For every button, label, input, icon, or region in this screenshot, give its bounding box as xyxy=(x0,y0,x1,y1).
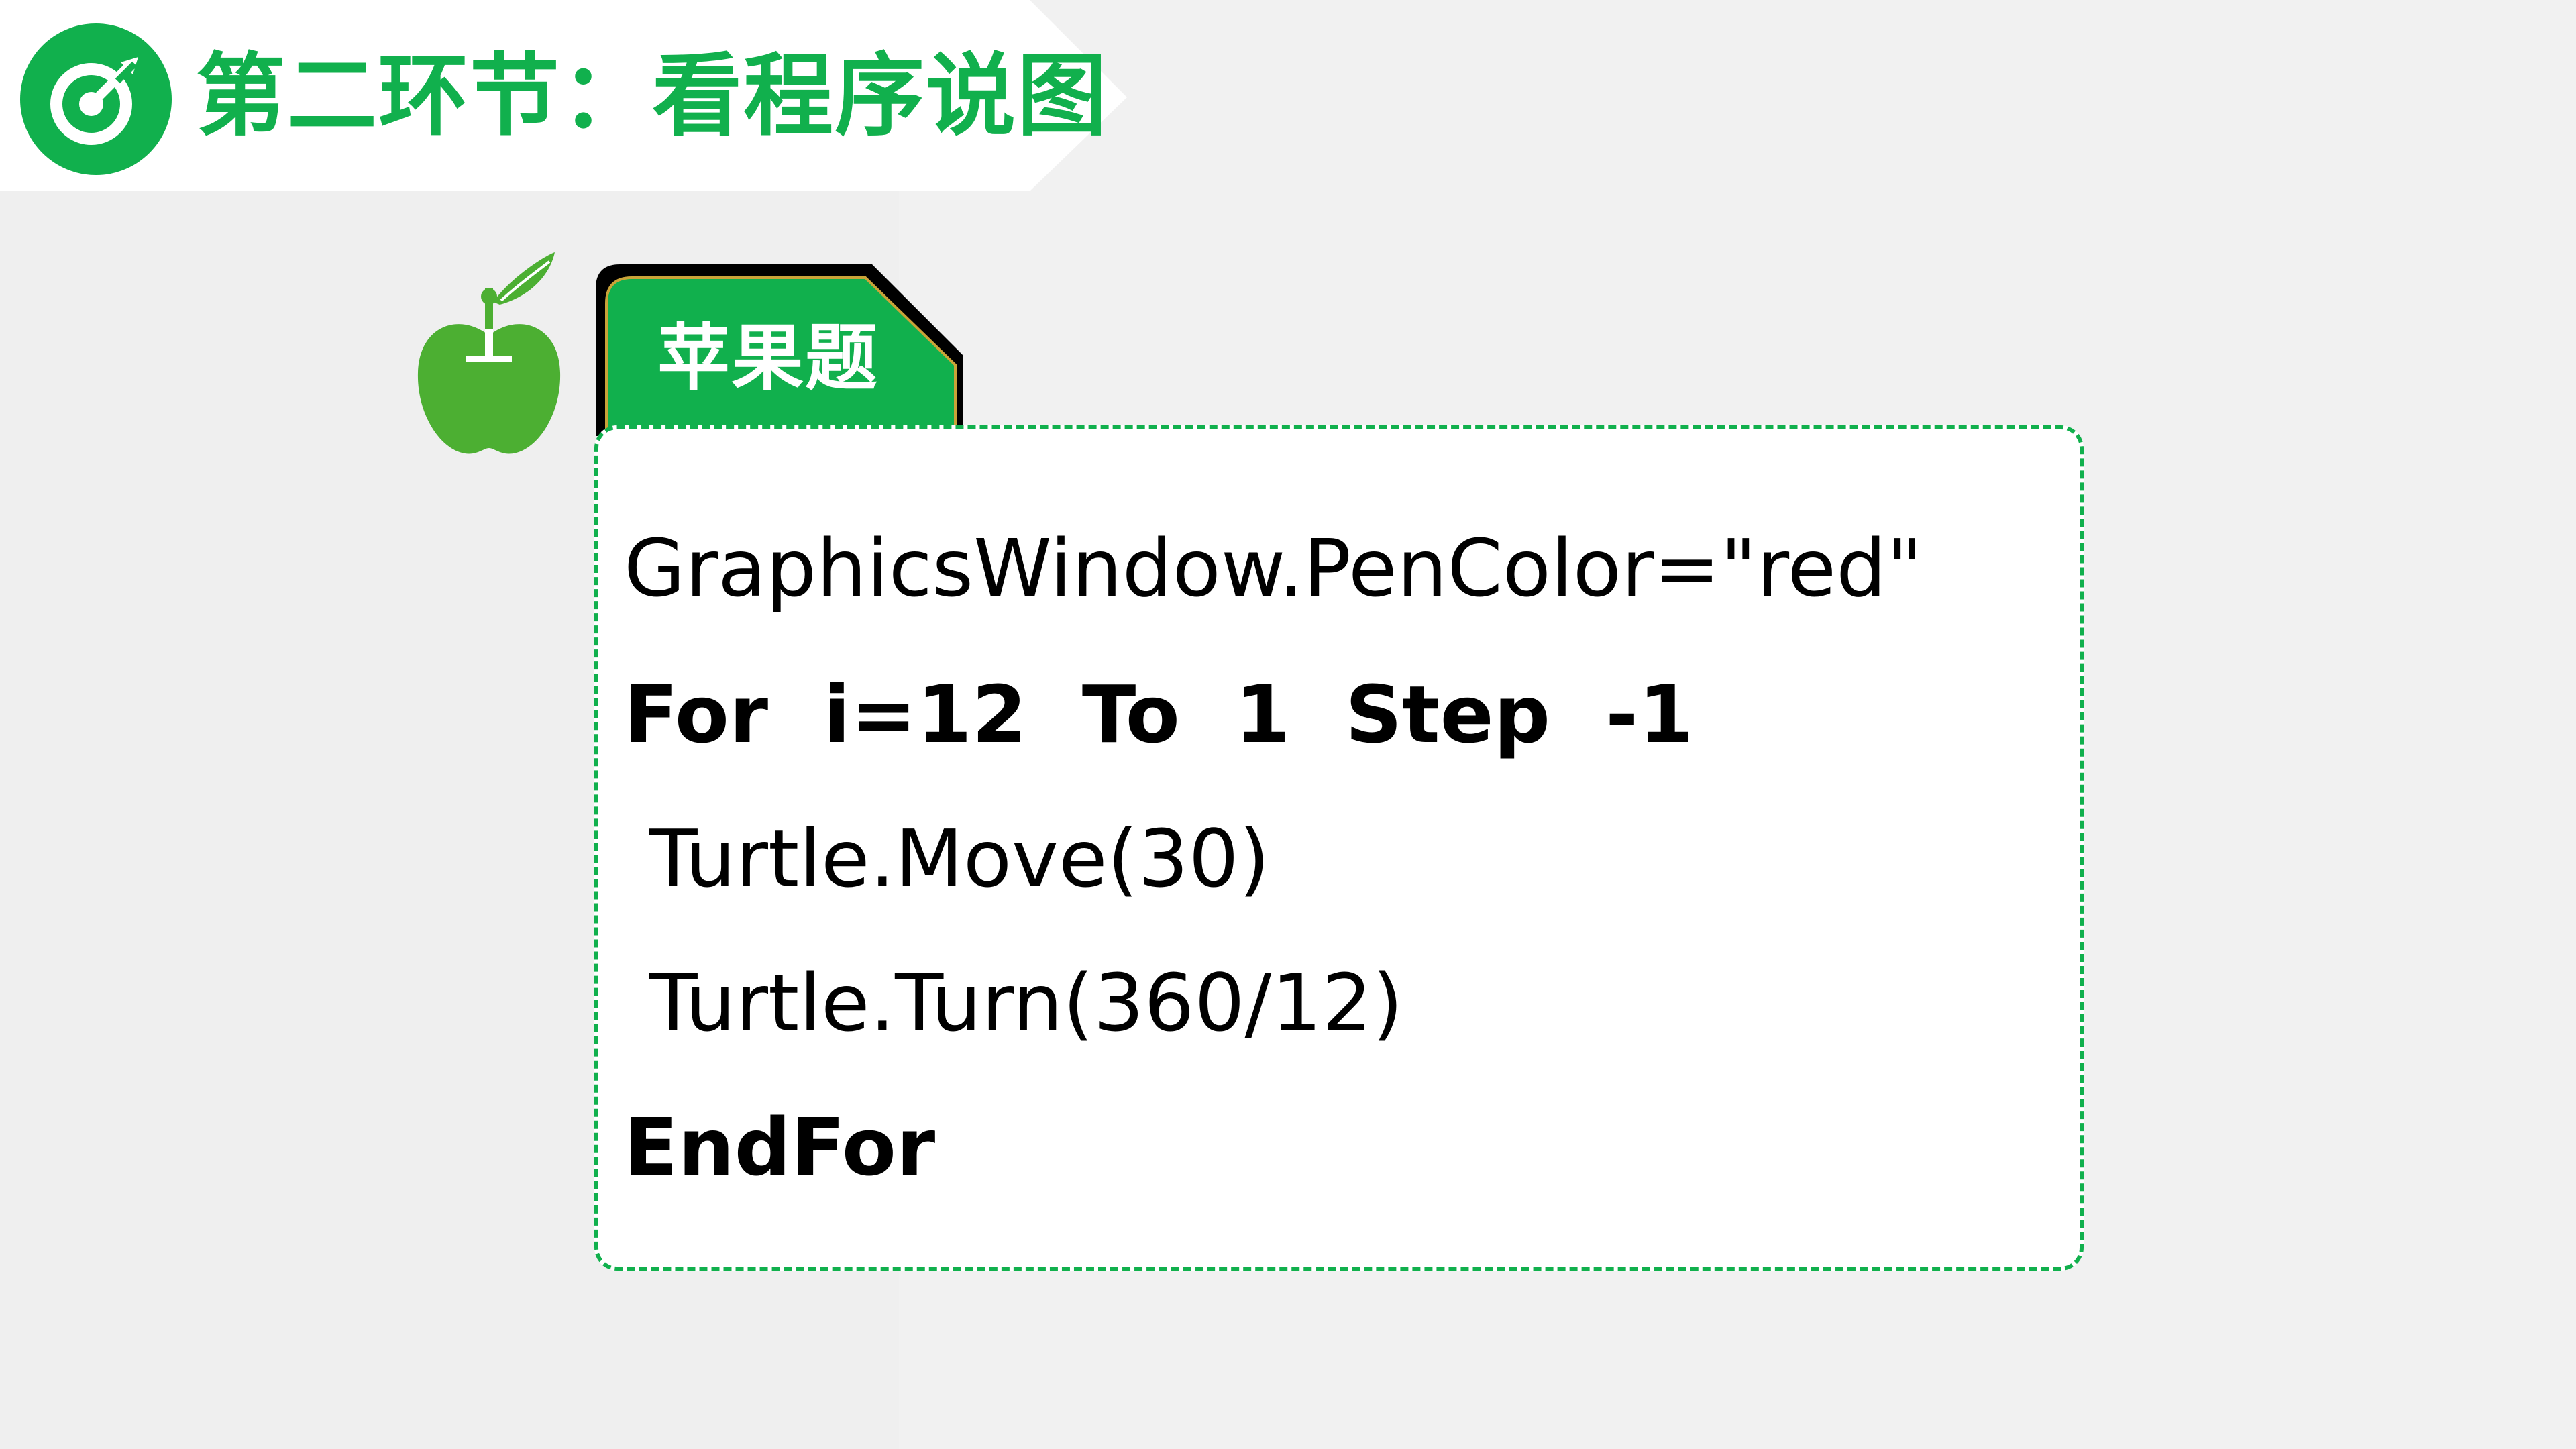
section-title: 第二环节：看程序说图 xyxy=(196,44,1109,148)
code-line: Turtle.Move(30) xyxy=(624,812,1270,905)
code-line: EndFor xyxy=(624,1101,936,1193)
target-icon xyxy=(20,23,172,175)
code-line: Turtle.Turn(360/12) xyxy=(624,957,1403,1049)
card-tab-label: 苹果题 xyxy=(657,317,879,400)
section-header: 第二环节：看程序说图 xyxy=(0,0,2576,195)
code-line: GraphicsWindow.PenColor="red" xyxy=(624,522,1923,614)
apple-icon xyxy=(417,252,561,454)
code-line: For i=12 To 1 Step -1 xyxy=(624,668,1694,761)
